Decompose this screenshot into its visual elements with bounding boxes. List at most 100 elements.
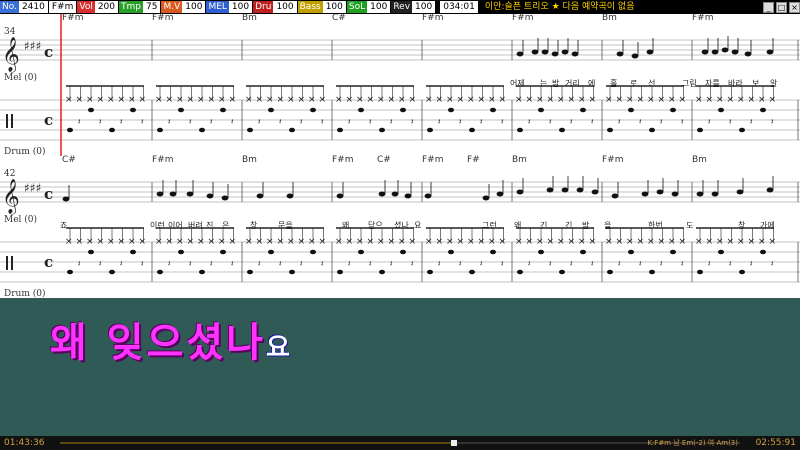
hihat-note: ×	[616, 95, 624, 105]
hihat-note: ×	[637, 237, 645, 247]
hihat-note: ×	[679, 95, 687, 105]
hihat-note: ×	[605, 95, 613, 105]
hihat-note: ×	[76, 237, 84, 247]
rest-icon: 𝄽	[210, 117, 213, 126]
melody-note	[721, 47, 729, 53]
melody-note	[186, 191, 194, 197]
rest-icon: 𝄽	[279, 259, 282, 268]
toolbar-value[interactable]: 100	[322, 1, 346, 13]
melody-note	[711, 191, 719, 197]
kick-note	[199, 269, 205, 275]
snare-note	[178, 249, 184, 255]
kick-note	[559, 269, 565, 275]
rest-icon: 𝄽	[528, 117, 531, 126]
progress-thumb[interactable]	[451, 440, 458, 446]
hihat-note: ×	[97, 237, 105, 247]
kick-note	[157, 127, 163, 133]
percussion-clef-icon	[6, 114, 8, 128]
kick-note	[109, 127, 115, 133]
time-signature-icon: c	[44, 185, 53, 203]
toolbar-value[interactable]: 100	[412, 1, 436, 13]
hihat-note: ×	[716, 237, 724, 247]
song-info: 이안:슬픈 트리오 ★ 다음 예약곡이 없음	[484, 2, 635, 12]
snare-note	[88, 249, 94, 255]
hihat-note: ×	[319, 95, 327, 105]
toolbar-value[interactable]: 100	[273, 1, 297, 13]
toolbar-value[interactable]: F#m	[48, 1, 77, 13]
hihat-note: ×	[245, 237, 253, 247]
hihat-note: ×	[658, 237, 666, 247]
rest-icon: 𝄽	[771, 117, 774, 126]
kick-note	[517, 127, 523, 133]
rest-icon: 𝄽	[501, 259, 504, 268]
time-signature-icon: c	[44, 111, 53, 129]
toolbar-label: No.	[0, 1, 19, 13]
hihat-note: ×	[346, 95, 354, 105]
chord-symbol: F#m	[62, 14, 84, 23]
toolbar-value[interactable]: 100	[228, 1, 253, 13]
hihat-note: ×	[76, 95, 84, 105]
toolbar-value[interactable]: 2410	[18, 1, 48, 13]
hihat-note: ×	[446, 237, 454, 247]
hihat-note: ×	[218, 237, 226, 247]
melody-note	[206, 193, 214, 199]
rest-icon: 𝄽	[528, 259, 531, 268]
treble-clef-icon: 𝄞	[2, 179, 20, 215]
snare-note	[220, 249, 226, 255]
melody-note	[482, 195, 490, 201]
snare-note	[670, 249, 676, 255]
snare-note	[718, 107, 724, 113]
hihat-note: ×	[457, 95, 465, 105]
hihat-note: ×	[436, 95, 444, 105]
rest-icon: 𝄽	[591, 117, 594, 126]
melody-note	[711, 49, 719, 55]
kick-note	[697, 127, 703, 133]
hihat-note: ×	[308, 237, 316, 247]
total-time: 02:55:91	[755, 438, 796, 448]
hihat-note: ×	[155, 237, 163, 247]
lyric-panel: 왜 잊으셨나요	[0, 298, 800, 436]
maximize-icon[interactable]: □	[776, 1, 787, 13]
hihat-note: ×	[197, 237, 205, 247]
snare-note	[628, 107, 634, 113]
kick-note	[379, 127, 385, 133]
hihat-note: ×	[557, 95, 565, 105]
melody-track-label: Mel (0)	[4, 72, 37, 83]
close-icon[interactable]: ×	[789, 1, 800, 13]
hihat-note: ×	[758, 95, 766, 105]
rest-icon: 𝄽	[390, 117, 393, 126]
hihat-note: ×	[377, 237, 385, 247]
kick-note	[109, 269, 115, 275]
melody-note	[541, 49, 549, 55]
rest-icon: 𝄽	[681, 259, 684, 268]
melody-note	[169, 191, 177, 197]
hihat-note: ×	[647, 95, 655, 105]
minimize-icon[interactable]: _	[763, 1, 774, 13]
melody-note	[611, 193, 619, 199]
rest-icon: 𝄽	[300, 259, 303, 268]
hihat-note: ×	[287, 237, 295, 247]
rest-icon: 𝄽	[549, 117, 552, 126]
toolbar-value[interactable]: 100	[182, 1, 206, 13]
toolbar-value[interactable]: 100	[367, 1, 391, 13]
kick-note	[289, 269, 295, 275]
rest-icon: 𝄽	[189, 259, 192, 268]
status-bar: 01:43:36 K:F#m 남 Em(-2) 여 Am(3) 02:55:91	[0, 436, 800, 450]
hihat-note: ×	[256, 237, 264, 247]
hihat-note: ×	[187, 95, 195, 105]
toolbar-value[interactable]: 200	[94, 1, 119, 13]
hihat-note: ×	[679, 237, 687, 247]
hihat-note: ×	[346, 237, 354, 247]
hihat-note: ×	[536, 95, 544, 105]
snare-note	[268, 107, 274, 113]
chord-symbol: Bm	[242, 155, 257, 165]
toolbar-value[interactable]: 75	[143, 1, 161, 13]
hihat-note: ×	[208, 95, 216, 105]
kick-note	[379, 269, 385, 275]
hihat-note: ×	[65, 237, 73, 247]
rest-icon: 𝄽	[168, 117, 171, 126]
hihat-note: ×	[478, 95, 486, 105]
hihat-note: ×	[118, 237, 126, 247]
snare-note	[580, 249, 586, 255]
progress-bar[interactable]	[60, 440, 740, 446]
